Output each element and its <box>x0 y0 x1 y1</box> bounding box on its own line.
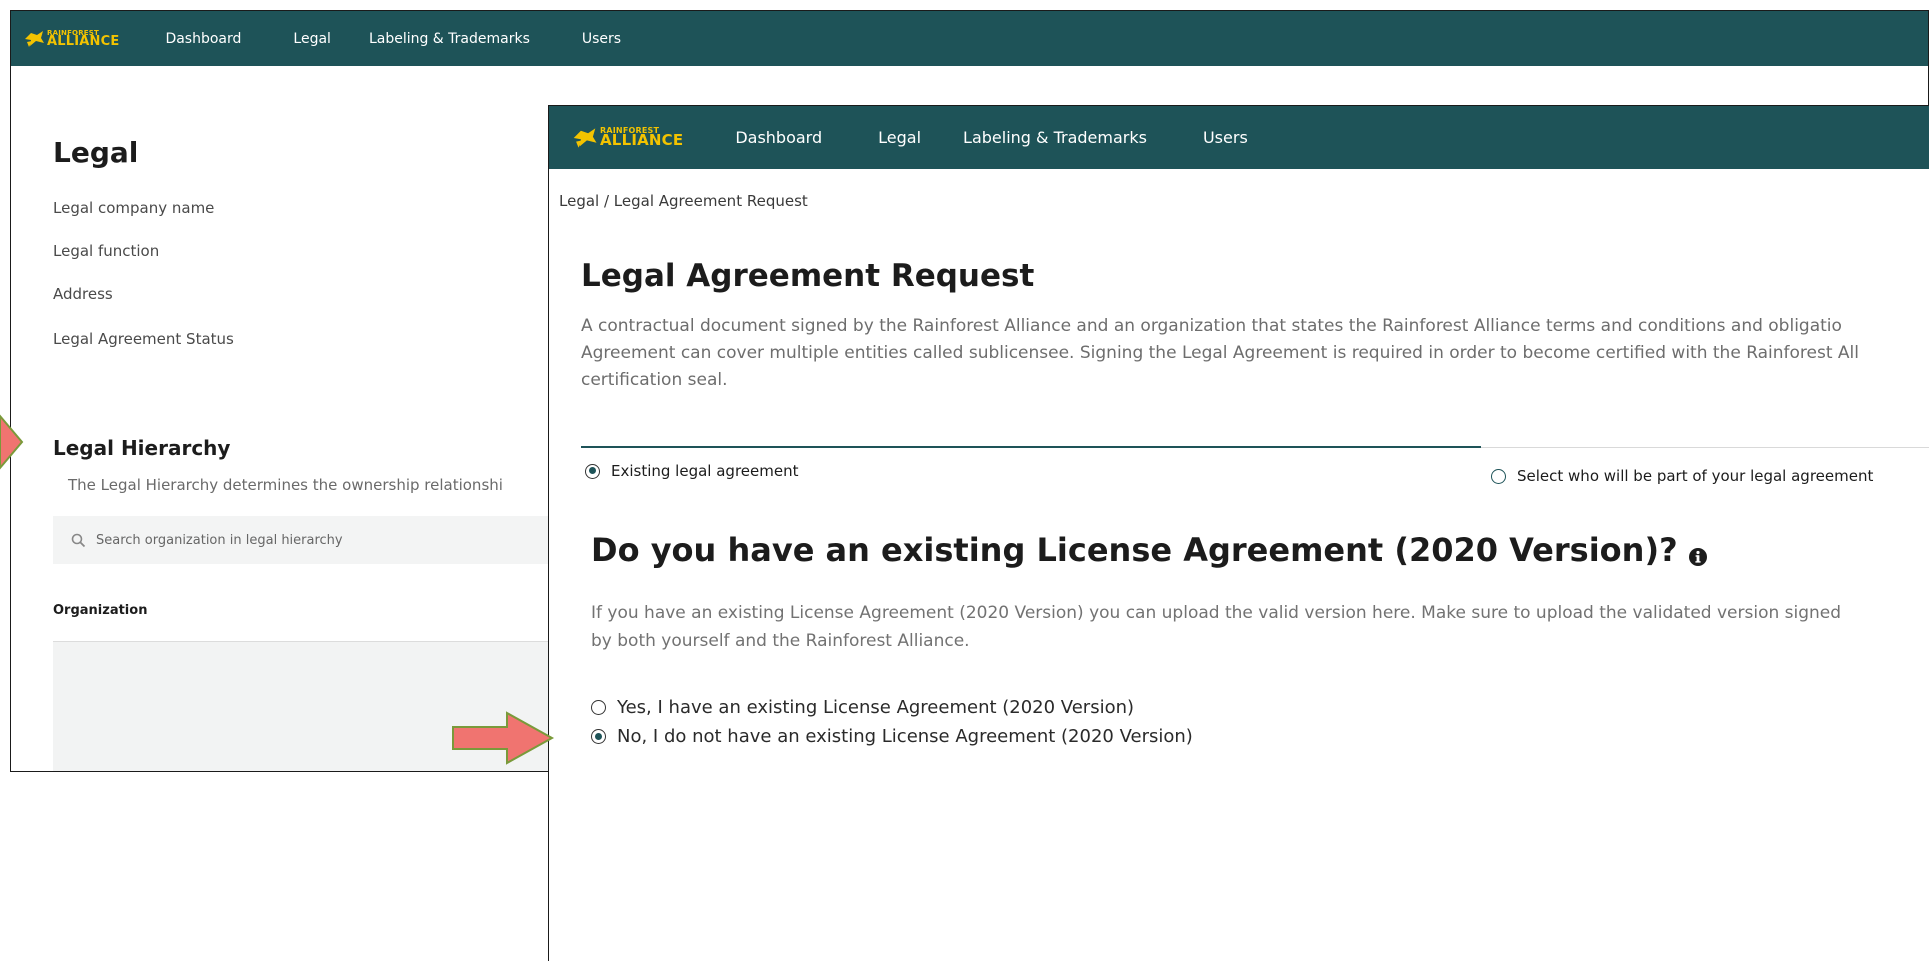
help-line: by both yourself and the Rainforest Alli… <box>591 631 970 651</box>
logo-text-line2: ALLIANCE <box>600 131 684 150</box>
field-address: Address <box>53 285 113 303</box>
field-legal-agreement-status: Legal Agreement Status <box>53 330 234 348</box>
tab-label: Existing legal agreement <box>611 462 799 480</box>
frog-logo-icon <box>573 127 597 148</box>
option-label: Yes, I have an existing License Agreemen… <box>617 697 1135 718</box>
nav-users[interactable]: Users <box>1203 128 1248 147</box>
tab-radio-selected[interactable] <box>585 463 600 479</box>
rainforest-alliance-logo[interactable]: RAINFOREST ALLIANCE <box>571 126 683 150</box>
tab-label: Select who will be part of your legal ag… <box>1517 467 1874 485</box>
page-title: Legal Agreement Request <box>581 258 1035 294</box>
tab-divider <box>1481 447 1929 448</box>
help-line: If you have an existing License Agreemen… <box>591 603 1842 623</box>
nav-dashboard[interactable]: Dashboard <box>165 31 241 47</box>
tab-existing-legal-agreement[interactable]: Existing legal agreement <box>585 462 798 480</box>
option-label: No, I do not have an existing License Ag… <box>617 726 1193 747</box>
nav-labeling-trademarks[interactable]: Labeling & Trademarks <box>963 128 1147 147</box>
rainforest-alliance-logo[interactable]: RAINFOREST ALLIANCE <box>23 29 119 49</box>
top-navbar: RAINFOREST ALLIANCE Dashboard Legal Labe… <box>11 11 1928 66</box>
field-legal-company-name: Legal company name <box>53 199 215 217</box>
legal-hierarchy-title: Legal Hierarchy <box>53 436 231 460</box>
info-icon[interactable] <box>1688 547 1708 567</box>
logo-text-line2: ALLIANCE <box>47 33 120 49</box>
legal-agreement-request-window: RAINFOREST ALLIANCE Dashboard Legal Labe… <box>548 105 1929 961</box>
radio-no-selected[interactable] <box>591 729 606 744</box>
radio-yes[interactable] <box>591 700 606 715</box>
nav-users[interactable]: Users <box>582 31 621 47</box>
question-text: Do you have an existing License Agreemen… <box>591 531 1678 569</box>
search-icon <box>71 533 86 548</box>
hierarchy-search-input[interactable]: Search organization in legal hierarchy <box>53 516 573 564</box>
description-line: A contractual document signed by the Rai… <box>581 316 1842 336</box>
question-help-text: If you have an existing License Agreemen… <box>591 599 1929 655</box>
search-placeholder: Search organization in legal hierarchy <box>96 532 343 548</box>
arrow-pointer-icon <box>0 414 24 470</box>
page-description: A contractual document signed by the Rai… <box>581 313 1929 394</box>
description-line: certification seal. <box>581 370 728 390</box>
frog-logo-icon <box>25 30 44 47</box>
breadcrumb[interactable]: Legal / Legal Agreement Request <box>559 192 808 210</box>
description-line: Agreement can cover multiple entities ca… <box>581 343 1860 363</box>
license-agreement-question: Do you have an existing License Agreemen… <box>591 531 1708 569</box>
active-tab-underline <box>581 446 1481 448</box>
column-header-organization: Organization <box>53 603 148 618</box>
nav-dashboard[interactable]: Dashboard <box>735 128 822 147</box>
tab-select-participants[interactable]: Select who will be part of your legal ag… <box>1491 467 1873 485</box>
field-legal-function: Legal function <box>53 242 160 260</box>
top-navbar: RAINFOREST ALLIANCE Dashboard Legal Labe… <box>549 106 1929 169</box>
tab-radio-unselected[interactable] <box>1491 468 1506 484</box>
page-title: Legal <box>53 136 139 169</box>
nav-legal[interactable]: Legal <box>293 31 331 47</box>
arrow-pointer-icon <box>452 711 555 765</box>
nav-labeling-trademarks[interactable]: Labeling & Trademarks <box>369 31 530 47</box>
legal-hierarchy-description: The Legal Hierarchy determines the owner… <box>68 476 503 494</box>
option-yes-existing-agreement[interactable]: Yes, I have an existing License Agreemen… <box>591 697 1134 718</box>
option-no-existing-agreement[interactable]: No, I do not have an existing License Ag… <box>591 726 1193 747</box>
nav-legal[interactable]: Legal <box>878 128 921 147</box>
